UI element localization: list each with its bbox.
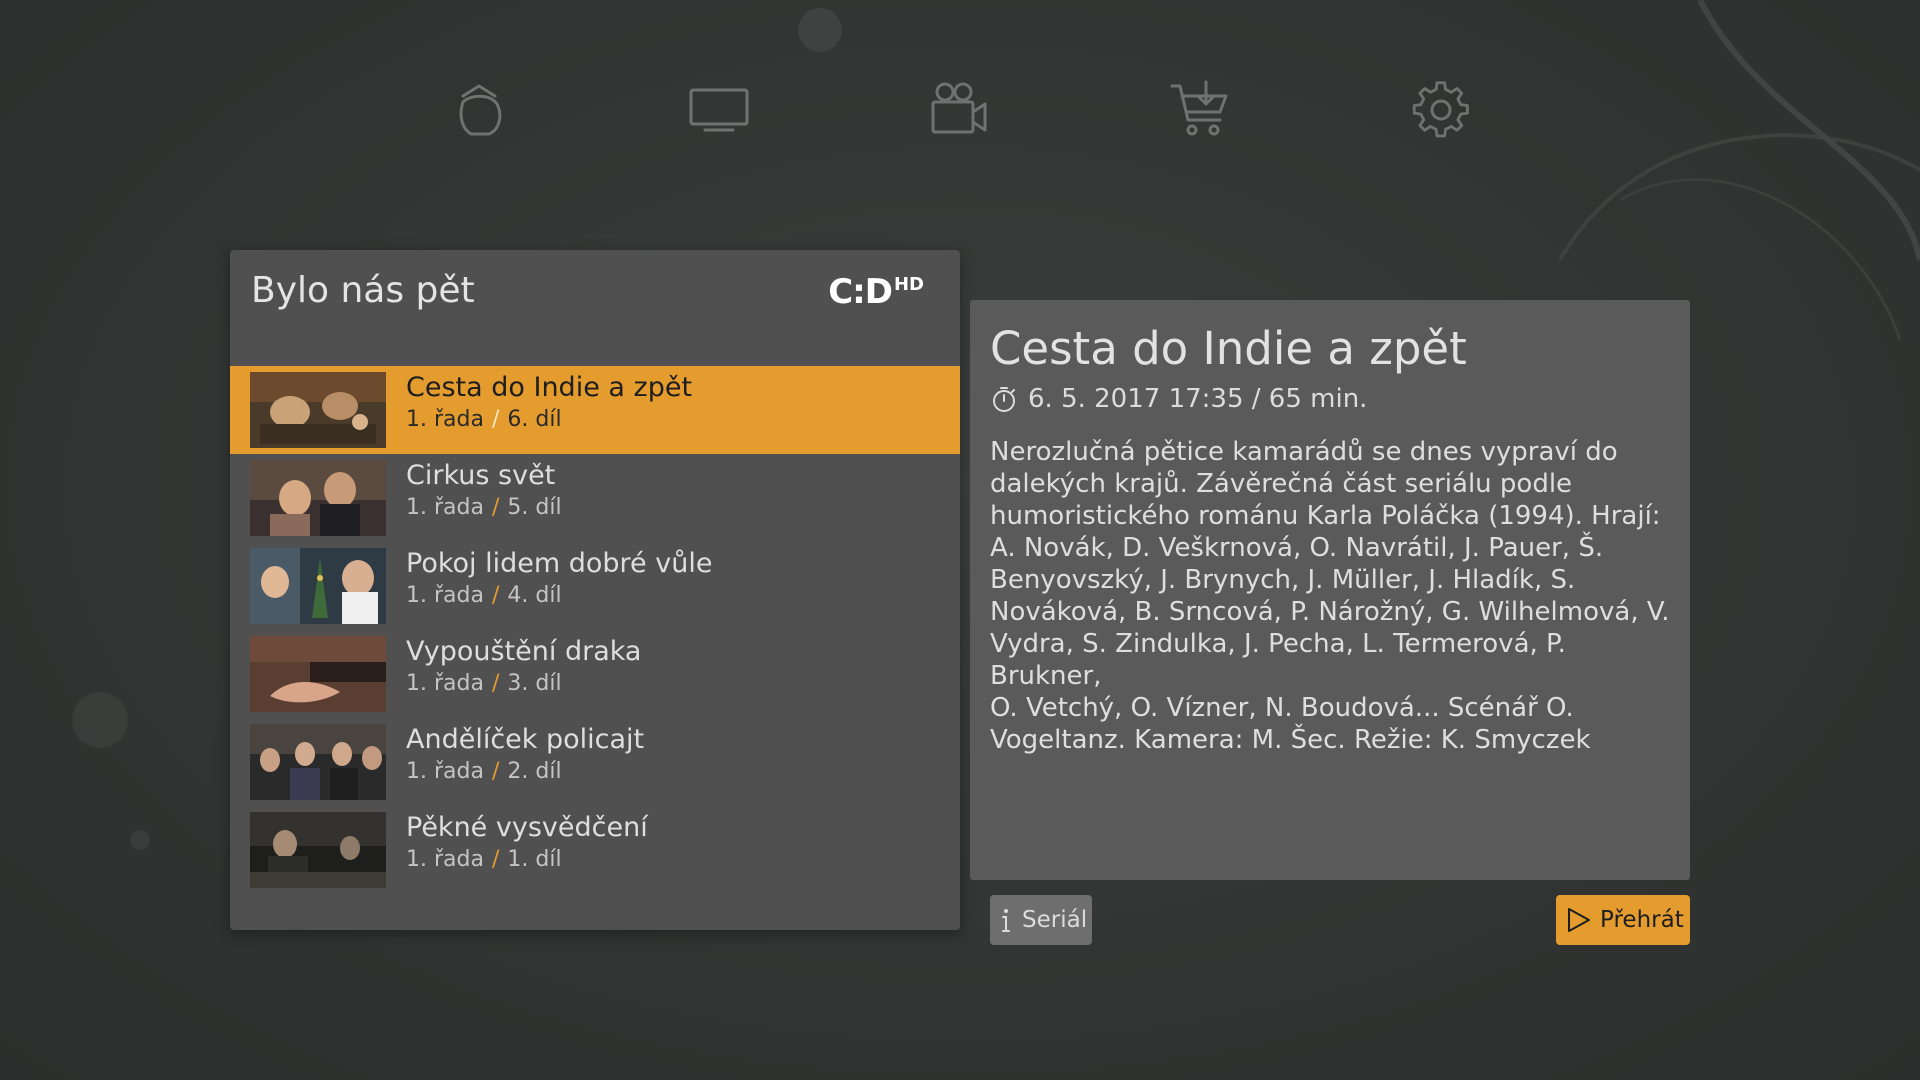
episode-detail-meta: 6. 5. 2017 17:35 / 65 min.: [990, 384, 1367, 414]
episode-subtitle: 1. řada/5. díl: [406, 495, 562, 520]
cart-icon: [1170, 80, 1228, 136]
episode-subtitle: 1. řada/4. díl: [406, 583, 562, 608]
video-camera-icon: [931, 82, 987, 134]
episode-subtitle: 1. řada/2. díl: [406, 759, 562, 784]
channel-logo: C:D HD: [828, 272, 924, 316]
play-icon: [1568, 908, 1590, 932]
episode-description: Nerozlučná pětice kamarádů se dnes vypra…: [990, 437, 1670, 755]
episode-subtitle: 1. řada/6. díl: [406, 407, 562, 432]
serial-info-button[interactable]: Seriál: [990, 895, 1092, 945]
nav-item-home[interactable]: [441, 75, 521, 145]
episode-thumbnail: [250, 460, 386, 536]
episode-title: Andělíček policajt: [406, 724, 645, 755]
episode-list-panel: Bylo nás pět C:D HD Cesta do Indie a zpě…: [230, 250, 960, 930]
nav-item-shop[interactable]: [1160, 75, 1240, 145]
episode-thumbnail: [250, 372, 386, 448]
gear-icon: [1412, 81, 1469, 138]
tv-icon: [689, 88, 749, 132]
stopwatch-icon: [993, 387, 1015, 412]
episode-title: Cesta do Indie a zpět: [406, 372, 693, 403]
episode-thumbnail: [250, 812, 386, 888]
info-icon: [1002, 909, 1010, 932]
episode-item-5[interactable]: Cirkus svět 1. řada/5. díl: [230, 454, 960, 542]
episode-item-3[interactable]: Vypouštění draka 1. řada/3. díl: [230, 630, 960, 718]
episode-title: Cirkus svět: [406, 460, 556, 491]
episode-title: Pokoj lidem dobré vůle: [406, 548, 713, 579]
episode-thumbnail: [250, 636, 386, 712]
episode-item-6[interactable]: Cesta do Indie a zpět 1. řada/6. díl: [230, 366, 960, 454]
episode-thumbnail: [250, 724, 386, 800]
episode-item-4[interactable]: Pokoj lidem dobré vůle 1. řada/4. díl: [230, 542, 960, 630]
episode-item-1[interactable]: Pěkné vysvědčení 1. řada/1. díl: [230, 806, 960, 894]
episode-detail-panel: Cesta do Indie a zpět 6. 5. 2017 17:35 /…: [970, 300, 1690, 880]
episode-title: Pěkné vysvědčení: [406, 812, 648, 843]
nav-item-video[interactable]: [919, 75, 999, 145]
top-navigation: [0, 75, 1920, 145]
episode-item-2[interactable]: Andělíček policajt 1. řada/2. díl: [230, 718, 960, 806]
serial-button-label: Seriál: [1022, 907, 1088, 933]
episode-subtitle: 1. řada/3. díl: [406, 671, 562, 696]
episode-list: Cesta do Indie a zpět 1. řada/6. díl Cir…: [230, 366, 960, 894]
episode-thumbnail: [250, 548, 386, 624]
nav-item-tv[interactable]: [679, 75, 759, 145]
play-button-label: Přehrát: [1600, 907, 1684, 933]
channel-logo-suffix: HD: [893, 274, 924, 295]
home-icon: [459, 84, 502, 136]
episode-subtitle: 1. řada/1. díl: [406, 847, 562, 872]
episode-detail-title: Cesta do Indie a zpět: [990, 322, 1467, 375]
episode-title: Vypouštění draka: [406, 636, 642, 667]
series-title: Bylo nás pět: [251, 270, 475, 311]
episode-air-time: 6. 5. 2017 17:35 / 65 min.: [1028, 384, 1368, 414]
channel-logo-main: C:D: [828, 272, 893, 312]
play-button[interactable]: Přehrát: [1556, 895, 1690, 945]
nav-item-settings[interactable]: [1401, 75, 1481, 145]
